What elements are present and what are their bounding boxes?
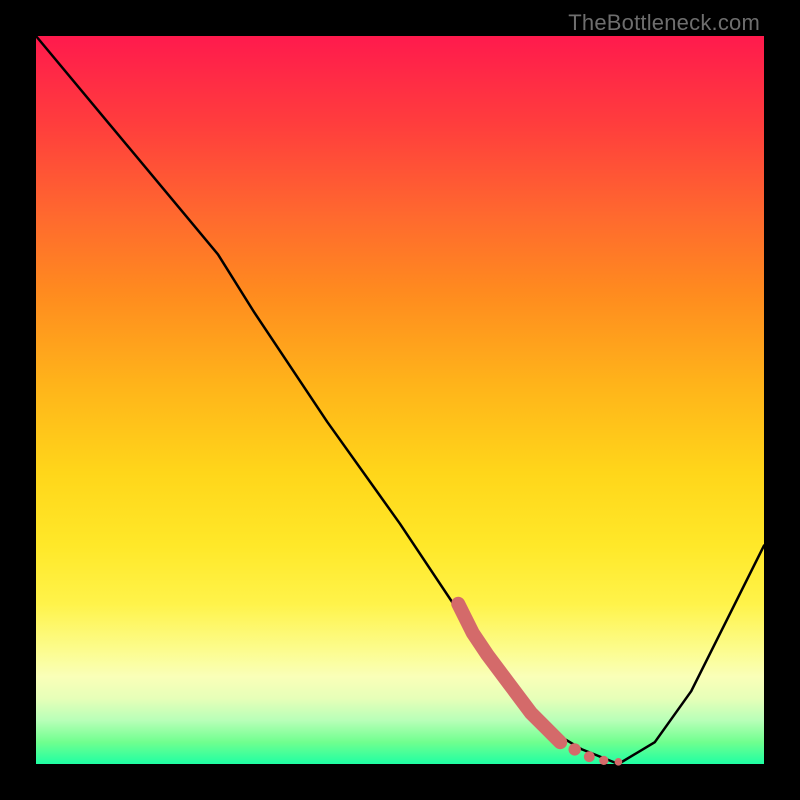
- chart-frame: TheBottleneck.com: [0, 0, 800, 800]
- chart-overlay: [0, 0, 800, 800]
- watermark-text: TheBottleneck.com: [568, 10, 760, 36]
- curve-line: [36, 36, 764, 764]
- highlight-marker: [458, 604, 622, 766]
